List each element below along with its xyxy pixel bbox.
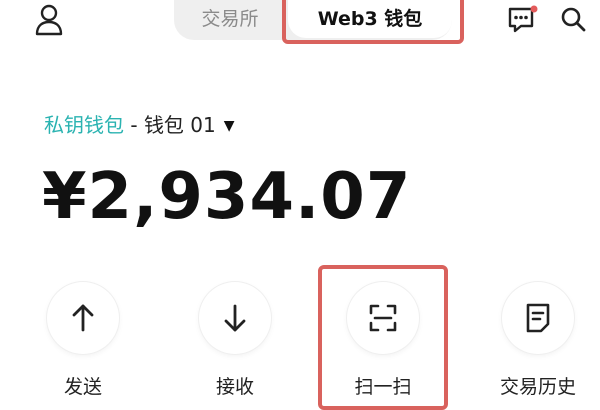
scan-circle: [347, 282, 419, 354]
arrow-down-icon: [224, 304, 246, 332]
wallet-selector[interactable]: 私钥钱包 - 钱包 01 ▼: [44, 110, 235, 140]
history-circle: [502, 282, 574, 354]
send-label: 发送: [63, 376, 102, 398]
arrow-up-icon: [72, 304, 94, 332]
tab-exchange[interactable]: 交易所: [174, 0, 286, 38]
receive-label: 接收: [215, 376, 254, 398]
receive-button[interactable]: 接收: [180, 282, 290, 400]
send-circle: [47, 282, 119, 354]
scan-label: 扫一扫: [354, 376, 412, 398]
search-icon[interactable]: [560, 6, 586, 32]
history-button[interactable]: 交易历史: [483, 282, 593, 400]
wallet-type-label: 私钥钱包: [44, 113, 124, 137]
history-label: 交易历史: [499, 376, 576, 398]
mode-switcher: 交易所 Web3 钱包: [174, 0, 452, 40]
scan-button[interactable]: 扫一扫: [328, 282, 438, 400]
profile-icon[interactable]: [34, 4, 64, 36]
scan-icon: [369, 304, 397, 332]
send-button[interactable]: 发送: [28, 282, 138, 400]
caret-down-icon: ▼: [223, 118, 235, 134]
history-icon: [526, 303, 550, 333]
wallet-name: 钱包 01: [143, 113, 216, 137]
balance-amount: ¥2,934.07: [42, 160, 412, 234]
notification-dot: [530, 5, 538, 13]
chat-icon[interactable]: [507, 5, 539, 35]
tab-web3-wallet[interactable]: Web3 钱包: [288, 0, 452, 38]
top-bar: 交易所 Web3 钱包: [0, 0, 600, 44]
receive-circle: [199, 282, 271, 354]
wallet-separator: -: [124, 113, 144, 137]
